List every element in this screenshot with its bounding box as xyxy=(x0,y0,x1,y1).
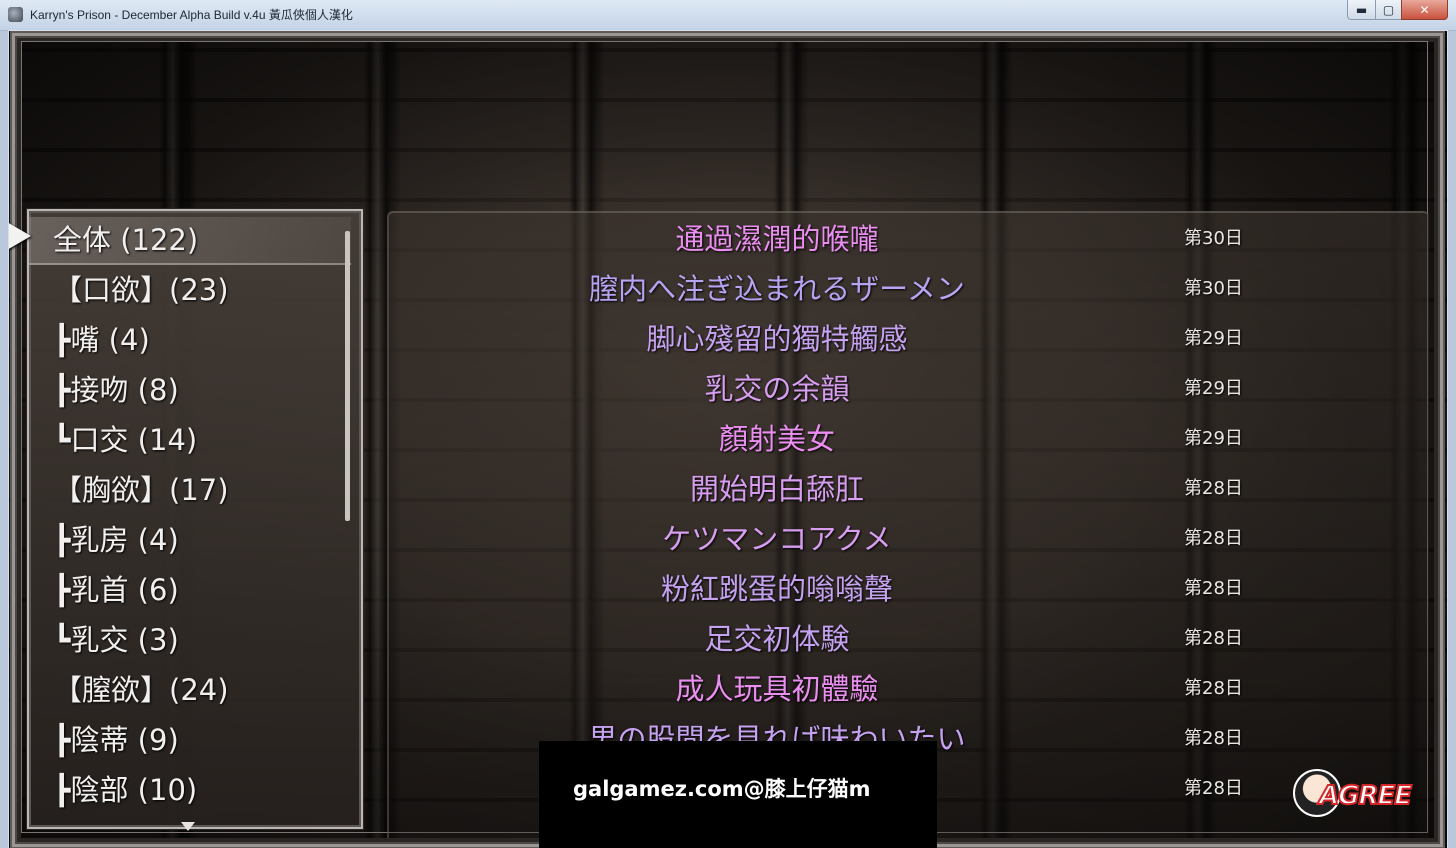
watermark-banner: galgamez.com@膝上仔猫m xyxy=(539,741,937,848)
category-item[interactable]: ┣陰部 (10) xyxy=(29,767,351,813)
record-row[interactable]: 膣内へ注ぎ込まれるザーメン 第30日 xyxy=(387,264,1427,314)
category-item[interactable]: ┣接吻 (8) xyxy=(29,367,351,413)
maximize-button[interactable]: ▢ xyxy=(1375,0,1402,20)
category-panel: 全体 (122) 【口欲】(23) ┣嘴 (4) ┣接吻 (8) ┗口交 (14) 【胸欲… xyxy=(27,209,363,829)
record-title: 脚心殘留的獨特觸感 xyxy=(646,322,908,356)
category-label: ┣乳房 (4) xyxy=(53,523,179,557)
category-label: ┣乳首 (6) xyxy=(53,573,179,607)
record-day: 第28日 xyxy=(1184,628,1243,649)
category-item[interactable]: ┣嘴 (4) xyxy=(29,317,351,363)
category-label: ┗乳交 (3) xyxy=(53,623,179,657)
record-title: 通過濕潤的喉嚨 xyxy=(675,222,879,256)
category-label: 【口欲】(23) xyxy=(53,273,229,307)
record-row[interactable]: 成人玩具初體驗 第28日 xyxy=(387,664,1427,714)
record-row[interactable]: 通過濕潤的喉嚨 第30日 xyxy=(387,214,1427,264)
category-label: 【胸欲】(17) xyxy=(53,473,229,507)
record-day: 第29日 xyxy=(1184,328,1243,349)
selection-cursor-icon xyxy=(9,222,31,250)
window-title: Karryn's Prison - December Alpha Build v… xyxy=(30,8,353,22)
record-day: 第30日 xyxy=(1184,228,1243,249)
category-item[interactable]: 【膣欲】(24) xyxy=(29,667,351,713)
category-label: 全体 (122) xyxy=(53,223,199,257)
category-item[interactable]: 【口欲】(23) xyxy=(29,267,351,313)
record-day: 第28日 xyxy=(1184,678,1243,699)
game-canvas: 全体 (122) 【口欲】(23) ┣嘴 (4) ┣接吻 (8) ┗口交 (14) 【胸欲… xyxy=(9,31,1447,848)
logo-text: AGREE xyxy=(1318,780,1413,812)
category-label: ┣嘴 (4) xyxy=(53,323,150,357)
window-titlebar[interactable]: Karryn's Prison - December Alpha Build v… xyxy=(0,0,1456,31)
record-row[interactable]: 開始明白舔肛 第28日 xyxy=(387,464,1427,514)
app-icon xyxy=(8,7,23,22)
record-day: 第28日 xyxy=(1184,478,1243,499)
category-item[interactable]: 全体 (122) xyxy=(29,217,351,265)
record-row[interactable]: 粉紅跳蛋的嗡嗡聲 第28日 xyxy=(387,564,1427,614)
record-day: 第28日 xyxy=(1184,578,1243,599)
record-day: 第28日 xyxy=(1184,778,1243,799)
record-title: 成人玩具初體驗 xyxy=(675,672,879,706)
record-title: 膣内へ注ぎ込まれるザーメン xyxy=(589,272,965,306)
category-item[interactable]: 【胸欲】(17) xyxy=(29,467,351,513)
record-row[interactable]: 脚心殘留的獨特觸感 第29日 xyxy=(387,314,1427,364)
record-title: 粉紅跳蛋的嗡嗡聲 xyxy=(660,572,893,606)
category-item[interactable]: ┗口交 (14) xyxy=(29,417,351,463)
record-title: 足交初体験 xyxy=(704,622,850,656)
record-row[interactable]: ケツマンコアクメ 第28日 xyxy=(387,514,1427,564)
category-label: ┣陰蒂 (9) xyxy=(53,723,179,757)
scroll-down-arrow-icon[interactable] xyxy=(181,822,195,831)
record-day: 第29日 xyxy=(1184,378,1243,399)
category-label: 【膣欲】(24) xyxy=(53,673,229,707)
record-title: 顏射美女 xyxy=(718,422,835,456)
record-day: 第29日 xyxy=(1184,428,1243,449)
record-day: 第28日 xyxy=(1184,528,1243,549)
category-label: ┗口交 (14) xyxy=(53,423,198,457)
category-item[interactable]: ┗乳交 (3) xyxy=(29,617,351,663)
record-day: 第28日 xyxy=(1184,728,1243,749)
watermark-logo: AGREE xyxy=(1289,763,1447,835)
category-item[interactable]: ┣陰蒂 (9) xyxy=(29,717,351,763)
record-row[interactable]: 足交初体験 第28日 xyxy=(387,614,1427,664)
category-label: ┣陰部 (10) xyxy=(53,773,198,807)
watermark-text: galgamez.com@膝上仔猫m xyxy=(573,777,871,801)
close-button[interactable]: ✕ xyxy=(1401,0,1448,20)
record-row[interactable]: 乳交の余韻 第29日 xyxy=(387,364,1427,414)
record-title: 乳交の余韻 xyxy=(704,372,850,406)
category-label: ┣接吻 (8) xyxy=(53,373,179,407)
record-title: 開始明白舔肛 xyxy=(689,472,864,506)
category-item[interactable]: ┣乳房 (4) xyxy=(29,517,351,563)
category-item[interactable]: ┣乳首 (6) xyxy=(29,567,351,613)
record-row[interactable]: 顏射美女 第29日 xyxy=(387,414,1427,464)
record-title: ケツマンコアクメ xyxy=(662,522,892,556)
minimize-button[interactable]: ▬ xyxy=(1347,0,1376,20)
category-scrollbar[interactable] xyxy=(345,231,350,521)
record-day: 第30日 xyxy=(1184,278,1243,299)
